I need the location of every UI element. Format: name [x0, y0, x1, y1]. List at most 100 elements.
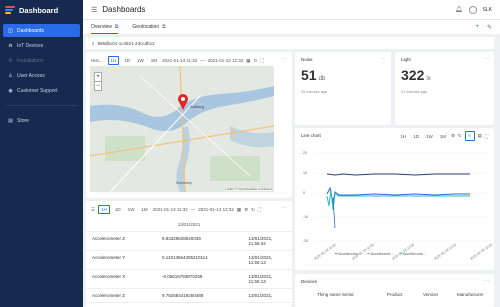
- column-header[interactable]: Thing name: [317, 292, 342, 297]
- settings-icon[interactable]: ⚙: [244, 207, 248, 213]
- range-1m-button[interactable]: 1M: [149, 57, 159, 64]
- more-icon[interactable]: ···: [484, 278, 489, 284]
- table-row[interactable]: Accelerometer Z 9.792584419250488 13/01/…: [86, 288, 292, 303]
- cell-value: -0.05616793870259: [156, 269, 243, 289]
- tab-overview[interactable]: Overview ⧉: [91, 20, 119, 34]
- fullscreen-icon[interactable]: ⛶: [260, 58, 263, 63]
- sidebar-item-dashboards[interactable]: ◫ Dashboards: [3, 24, 80, 37]
- data-table: Accelerometer Z 9.83328628540039 13/01/2…: [86, 232, 292, 303]
- table-date-header: 13/01/2021: [86, 218, 292, 232]
- legend-item[interactable]: ━ Accelerome...: [335, 251, 361, 256]
- history-map-card: Hist... 1H 1D 1W 1M 2021-01-13 11:32 — 2…: [86, 52, 292, 198]
- page-title: Dashboards: [102, 5, 146, 14]
- support-icon: ◉: [8, 87, 13, 94]
- legend-item[interactable]: ━ Accelerome...: [367, 251, 393, 256]
- sidebar-item-installations[interactable]: ⚙ Installations: [3, 54, 80, 67]
- range-to[interactable]: 2021-01-13 12:32: [198, 207, 234, 212]
- range-1d-button[interactable]: 1D: [122, 57, 132, 64]
- sidebar-item-iot-devices[interactable]: ⋒ IoT Devices: [3, 39, 80, 52]
- refresh-icon[interactable]: ↻: [251, 207, 255, 213]
- top-header: ☰ Dashboards 🔔︎ SLK: [83, 0, 500, 20]
- cell-time: 13/01/2021, 11:56:13: [242, 269, 292, 289]
- cell-name: Accelerometer Y: [86, 250, 157, 270]
- sidebar: Dashboard ◫ Dashboards ⋒ IoT Devices ⚙ I…: [0, 0, 83, 307]
- fullscreen-icon[interactable]: ⛶: [258, 207, 261, 212]
- range-from[interactable]: 2021-01-13 11:32: [153, 207, 188, 212]
- more-icon[interactable]: ···: [282, 205, 287, 211]
- bell-icon[interactable]: 🔔︎: [455, 6, 463, 13]
- legend-item[interactable]: ━ Accelerome...: [400, 251, 426, 256]
- copy-icon[interactable]: ⧉: [162, 24, 166, 30]
- copy-icon[interactable]: ⧉: [115, 24, 119, 30]
- edit-icon[interactable]: ✎: [487, 24, 492, 31]
- column-header[interactable]: Product: [387, 292, 423, 297]
- x-tick-label: 2021-01-13 12:20: [469, 243, 493, 261]
- more-icon[interactable]: ···: [484, 56, 489, 62]
- range-1m-button[interactable]: 1M: [139, 206, 149, 213]
- zoom-out-button[interactable]: −: [95, 82, 101, 90]
- avatar[interactable]: [468, 5, 477, 14]
- refresh-icon[interactable]: ↻: [254, 58, 258, 64]
- user-name[interactable]: SLK: [483, 7, 492, 13]
- column-header[interactable]: Serial: [342, 292, 387, 297]
- entity-selector[interactable]: ⌕ 995dbc01-1c4521-23ccdb12: [86, 37, 494, 49]
- y-tick-label: 0: [303, 191, 305, 195]
- sidebar-item-label: Installations: [17, 57, 44, 64]
- sidebar-item-user-access[interactable]: ♙ User Access: [3, 69, 80, 82]
- range-to[interactable]: 2021-01-13 12:32: [208, 58, 244, 63]
- map-attribution[interactable]: Leaflet | © OpenStreetMap contributors: [225, 188, 272, 191]
- app-logo-icon: [5, 5, 15, 15]
- cell-value: 9.792584419250488: [156, 288, 243, 303]
- range-from[interactable]: 2021-01-13 11:32: [162, 58, 197, 63]
- calendar-icon[interactable]: ▦: [237, 207, 241, 213]
- more-icon[interactable]: ···: [381, 56, 386, 62]
- tab-label: Overview: [91, 24, 112, 30]
- sidebar-divider: [6, 105, 77, 106]
- y-tick-label: -10: [303, 215, 308, 219]
- light-value: 322 lx: [395, 67, 494, 87]
- cell-name: Accelerometer Z: [86, 232, 157, 251]
- zoom-controls: + −: [94, 72, 102, 91]
- card-title: Devices: [301, 279, 318, 284]
- menu-icon[interactable]: ☰: [91, 207, 95, 213]
- calendar-icon[interactable]: ▦: [246, 58, 250, 64]
- line-chart-card: Line chart 1H 1D 1W 1M ⚙ ↻ ∿ ▤ ⛶ 20 10 0…: [295, 128, 494, 270]
- cell-time: 13/01/2021, 11:56:13: [242, 250, 292, 270]
- dashboard-tabs: Overview ⧉ Geolocation ⧉ + ✎: [83, 20, 500, 34]
- range-1h-button[interactable]: 1H: [107, 56, 120, 65]
- sidebar-item-label: Store: [17, 117, 29, 124]
- add-tab-icon[interactable]: +: [475, 24, 479, 31]
- installation-icon: ⚙: [8, 57, 13, 64]
- cell-name: Accelerometer Z: [86, 288, 157, 303]
- x-tick-label: 2021-01-13 12:10: [433, 243, 457, 261]
- sidebar-item-label: Dashboards: [17, 27, 44, 34]
- range-1w-button[interactable]: 1W: [135, 57, 146, 64]
- card-title: Hist...: [91, 58, 103, 63]
- user-icon: ♙: [8, 72, 13, 79]
- cell-time: 13/01/2021, 11:56:34: [242, 232, 292, 251]
- range-1d-button[interactable]: 1D: [113, 206, 123, 213]
- range-1w-button[interactable]: 1W: [126, 206, 137, 213]
- range-1h-button[interactable]: 1H: [98, 205, 110, 214]
- tab-geolocation[interactable]: Geolocation ⧉: [132, 20, 165, 34]
- column-header[interactable]: Manufacturer: [457, 292, 484, 297]
- table-row[interactable]: Accelerometer Y 0.11013664305210114 13/0…: [86, 250, 292, 270]
- sidebar-item-store[interactable]: ▤ Store: [3, 114, 80, 127]
- app-logo[interactable]: Dashboard: [0, 0, 83, 20]
- table-row[interactable]: Accelerometer X -0.05616793870259 13/01/…: [86, 269, 292, 289]
- search-icon: ⌕: [92, 40, 95, 46]
- entity-id: 995dbc01-1c4521-23ccdb12: [97, 40, 155, 46]
- table-row[interactable]: Accelerometer Z 9.83328628540039 13/01/2…: [86, 232, 292, 251]
- more-icon[interactable]: ···: [282, 56, 287, 62]
- noise-value: 51 db: [295, 67, 391, 87]
- cell-name: Accelerometer X: [86, 269, 157, 289]
- range-separator: —: [200, 58, 205, 63]
- y-tick-label: 20: [303, 151, 307, 155]
- sidebar-item-customer-support[interactable]: ◉ Customer Support: [3, 84, 80, 97]
- zoom-in-button[interactable]: +: [95, 73, 101, 82]
- column-header[interactable]: Version: [423, 292, 457, 297]
- menu-icon[interactable]: ☰: [91, 6, 97, 14]
- map[interactable]: Aalborg Svenstrup + − Leaflet | © OpenSt…: [90, 66, 274, 192]
- light-card: Light ··· 322 lx 21 minutes ago: [395, 52, 494, 125]
- devices-table-header: Thing name Serial Product Version Manufa…: [295, 289, 494, 300]
